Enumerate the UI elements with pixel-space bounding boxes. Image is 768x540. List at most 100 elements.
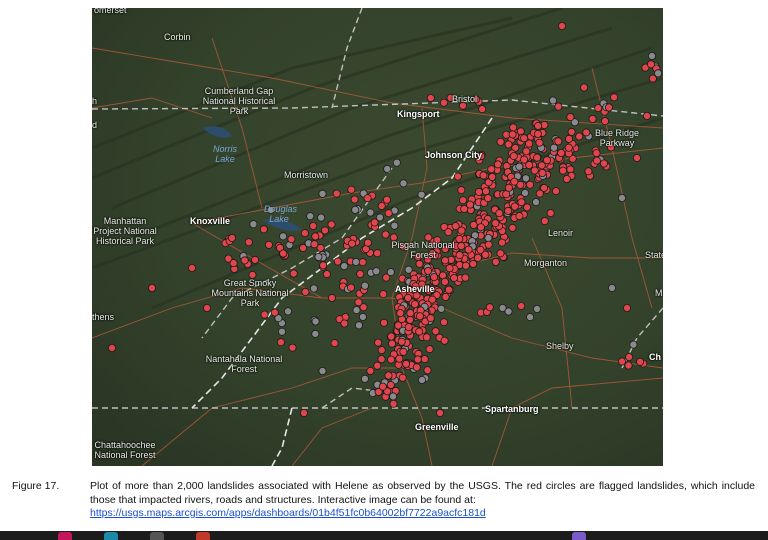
landslide-marker[interactable]: [532, 304, 541, 313]
landslide-marker[interactable]: [270, 308, 279, 317]
landslide-marker[interactable]: [584, 167, 593, 176]
landslide-marker[interactable]: [351, 205, 360, 214]
landslide-marker[interactable]: [469, 259, 478, 268]
landslide-marker[interactable]: [379, 290, 388, 299]
landslide-marker[interactable]: [533, 129, 542, 138]
landslide-marker[interactable]: [496, 137, 505, 146]
landslide-marker[interactable]: [533, 153, 542, 162]
landslide-marker[interactable]: [592, 149, 601, 158]
landslide-marker[interactable]: [383, 164, 392, 173]
landslide-marker[interactable]: [346, 283, 355, 292]
landslide-marker[interactable]: [491, 219, 500, 228]
landslide-marker[interactable]: [647, 60, 656, 69]
landslide-marker[interactable]: [420, 355, 429, 364]
landslide-marker[interactable]: [444, 285, 453, 294]
landslide-marker[interactable]: [413, 355, 422, 364]
landslide-marker[interactable]: [330, 339, 339, 348]
landslide-marker[interactable]: [440, 336, 449, 345]
landslide-marker[interactable]: [404, 265, 413, 274]
landslide-marker[interactable]: [229, 259, 238, 268]
landslide-marker[interactable]: [311, 317, 320, 326]
landslide-marker[interactable]: [379, 318, 388, 327]
landslide-marker[interactable]: [633, 153, 642, 162]
landslide-marker[interactable]: [306, 212, 315, 221]
landslide-marker[interactable]: [504, 140, 513, 149]
landslide-marker[interactable]: [244, 238, 253, 247]
landslide-marker[interactable]: [479, 171, 488, 180]
landslide-marker[interactable]: [322, 270, 331, 279]
landslide-marker[interactable]: [510, 202, 519, 211]
landslide-marker[interactable]: [517, 301, 526, 310]
landslide-marker[interactable]: [107, 343, 116, 352]
landslide-marker[interactable]: [359, 303, 368, 312]
landslide-marker[interactable]: [417, 190, 426, 199]
landslide-marker[interactable]: [654, 69, 663, 78]
landslide-marker[interactable]: [264, 240, 273, 249]
landslide-marker[interactable]: [476, 223, 485, 232]
landslide-marker[interactable]: [517, 198, 526, 207]
landslide-marker[interactable]: [363, 194, 372, 203]
landslide-marker[interactable]: [366, 366, 375, 375]
landslide-marker[interactable]: [534, 121, 543, 130]
landslide-marker[interactable]: [318, 366, 327, 375]
landslide-marker[interactable]: [410, 300, 419, 309]
landslide-marker[interactable]: [457, 186, 466, 195]
landslide-marker[interactable]: [504, 183, 513, 192]
landslide-marker[interactable]: [377, 355, 386, 364]
landslide-marker[interactable]: [457, 226, 466, 235]
landslide-marker[interactable]: [360, 374, 369, 383]
landslide-marker[interactable]: [538, 168, 547, 177]
landslide-marker[interactable]: [425, 345, 434, 354]
landslide-marker[interactable]: [592, 156, 601, 165]
landslide-marker[interactable]: [460, 204, 469, 213]
landslide-marker[interactable]: [599, 159, 608, 168]
landslide-marker[interactable]: [566, 165, 575, 174]
landslide-marker[interactable]: [399, 347, 408, 356]
landslide-marker[interactable]: [366, 208, 375, 217]
folder-icon[interactable]: [150, 532, 164, 540]
landslide-marker[interactable]: [608, 283, 617, 292]
landslide-marker[interactable]: [279, 232, 288, 241]
landslide-marker[interactable]: [487, 165, 496, 174]
landslide-marker[interactable]: [356, 269, 365, 278]
landslide-marker[interactable]: [387, 339, 396, 348]
app-icon[interactable]: [58, 532, 72, 540]
landslide-marker[interactable]: [457, 241, 466, 250]
landslide-marker[interactable]: [240, 256, 249, 265]
browser-icon[interactable]: [104, 532, 118, 540]
landslide-marker[interactable]: [319, 261, 328, 270]
landslide-marker[interactable]: [250, 255, 259, 264]
landslide-marker[interactable]: [491, 257, 500, 266]
landslide-marker[interactable]: [360, 281, 369, 290]
landslide-marker[interactable]: [352, 306, 361, 315]
landslide-marker[interactable]: [317, 213, 326, 222]
landslide-marker[interactable]: [496, 249, 505, 258]
landslide-marker[interactable]: [493, 160, 502, 169]
landslide-marker[interactable]: [488, 172, 497, 181]
landslide-marker[interactable]: [287, 235, 296, 244]
landslide-marker[interactable]: [435, 408, 444, 417]
landslide-marker[interactable]: [311, 329, 320, 338]
landslide-marker[interactable]: [437, 304, 446, 313]
landslide-marker[interactable]: [373, 249, 382, 258]
landslide-marker[interactable]: [540, 183, 549, 192]
landslide-marker[interactable]: [605, 103, 614, 112]
landslide-marker[interactable]: [498, 238, 507, 247]
landslide-marker[interactable]: [260, 310, 269, 319]
landslide-marker[interactable]: [610, 93, 619, 102]
landslide-marker[interactable]: [478, 105, 487, 114]
landslide-marker[interactable]: [546, 209, 555, 218]
landslide-marker[interactable]: [540, 217, 549, 226]
landslide-marker[interactable]: [377, 201, 386, 210]
landslide-marker[interactable]: [431, 327, 440, 336]
landslide-marker[interactable]: [521, 188, 530, 197]
landslide-marker[interactable]: [332, 189, 341, 198]
landslide-marker[interactable]: [509, 152, 518, 161]
landslide-marker[interactable]: [557, 148, 566, 157]
landslide-marker[interactable]: [318, 189, 327, 198]
landslide-marker[interactable]: [440, 277, 449, 286]
landslide-marker[interactable]: [384, 371, 393, 380]
landslide-marker[interactable]: [535, 138, 544, 147]
landslide-marker[interactable]: [422, 333, 431, 342]
landslide-marker[interactable]: [340, 262, 349, 271]
